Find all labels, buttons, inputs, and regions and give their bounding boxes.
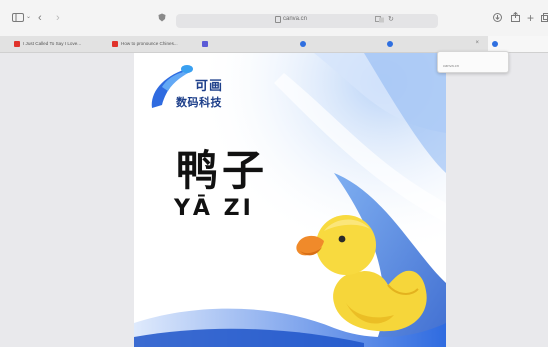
youtube-icon [112,41,118,47]
duck-illustration [296,215,427,332]
tab-preview-tooltip: canva.cn [437,51,509,73]
back-icon[interactable]: ‹ [38,13,42,24]
canva-favicon-icon [492,41,498,47]
lock-icon [275,16,281,23]
forward-icon[interactable]: › [56,13,60,24]
tab-item[interactable]: I Just Called To Say I Love... [14,36,106,52]
chinese-word: 鸭子 [176,146,269,195]
new-tab-icon[interactable]: + [527,12,534,24]
canva-favicon-icon [387,41,393,47]
download-icon[interactable] [493,13,502,25]
site-favicon-icon [202,41,208,47]
tab-item[interactable]: × [387,36,479,52]
tab-item-active[interactable] [488,36,548,52]
pinyin-word: YĀ ZI [174,196,254,221]
tooltip-subtitle: canva.cn [443,63,460,68]
browser-toolbar: ⌄ ‹ › canva.cn ↻ + [0,0,548,36]
share-icon[interactable] [511,11,520,25]
address-bar-url: canva.cn [283,16,308,22]
tab-item[interactable]: How to pronounce Chines... [112,36,192,52]
canva-favicon-icon [300,41,306,47]
reload-icon[interactable]: ↻ [388,16,394,23]
sidebar-toggle-icon[interactable] [12,13,24,25]
chevron-down-icon[interactable]: ⌄ [26,14,31,20]
tab-overview-icon[interactable] [541,13,548,25]
translate-icon[interactable] [375,16,385,25]
logo-text-top: 可画 [195,78,224,93]
privacy-shield-icon[interactable] [158,13,166,25]
close-tab-icon[interactable]: × [475,40,479,46]
address-bar[interactable]: canva.cn ↻ [176,14,438,28]
design-canvas[interactable]: 可画 数码科技 鸭子 YĀ ZI [134,53,446,347]
youtube-icon [14,41,20,47]
tab-item[interactable] [202,36,282,52]
tab-item[interactable] [300,36,370,52]
logo-text-bottom: 数码科技 [176,97,222,109]
